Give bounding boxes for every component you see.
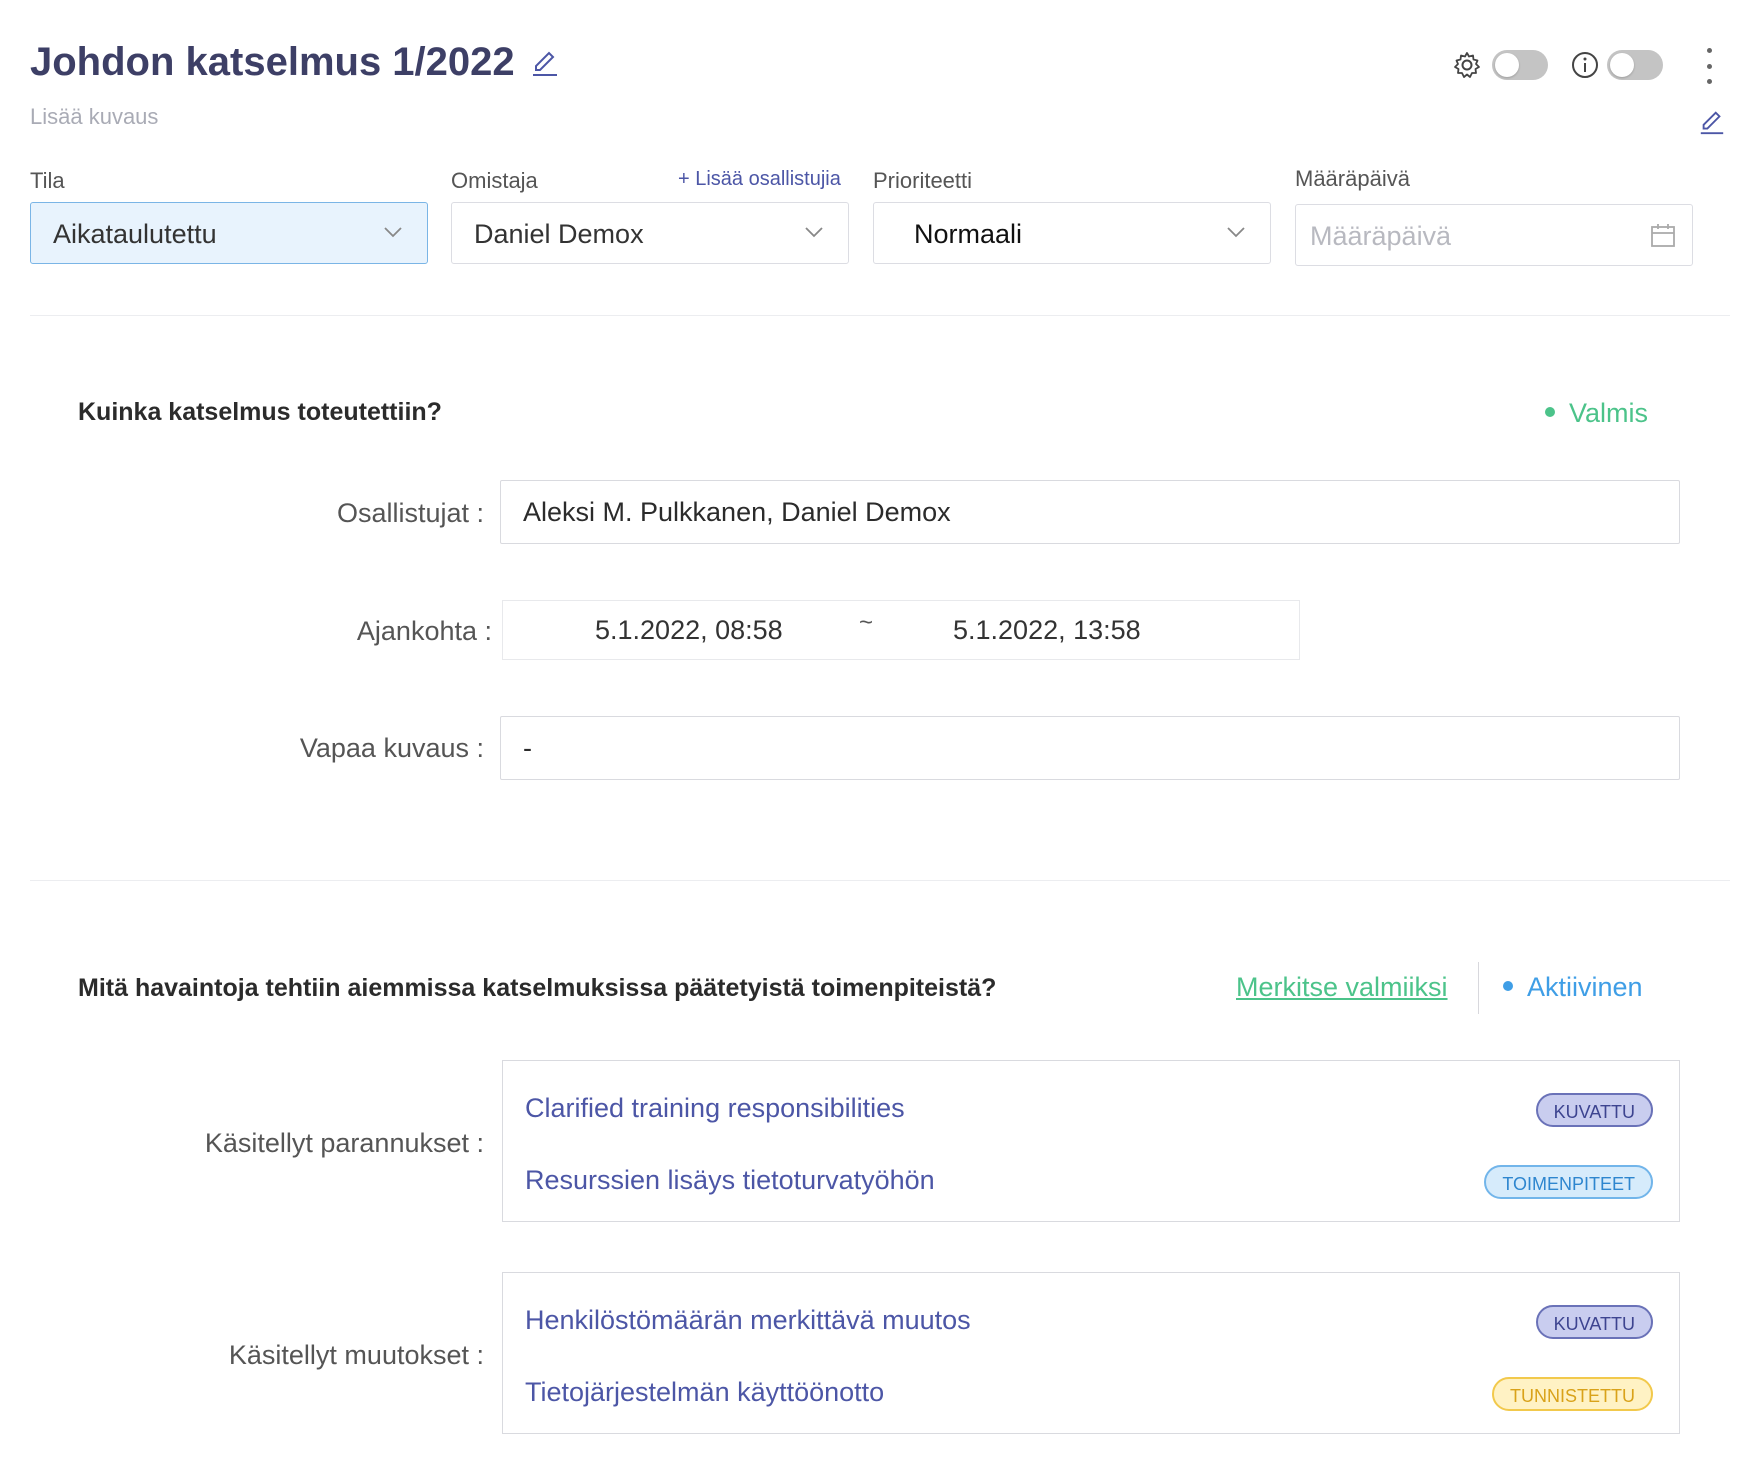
- status-select[interactable]: Aikataulutettu: [30, 202, 428, 264]
- list-item[interactable]: Clarified training responsibilities: [525, 1093, 905, 1124]
- priority-select-value: Normaali: [914, 219, 1023, 249]
- settings-toggle[interactable]: [1492, 50, 1548, 80]
- vertical-divider: [1478, 962, 1479, 1014]
- info-icon[interactable]: [1570, 50, 1600, 80]
- due-date-placeholder: Määräpäivä: [1310, 221, 1452, 251]
- status-dot: [1545, 406, 1555, 417]
- pencil-icon[interactable]: [530, 48, 560, 78]
- list-item[interactable]: Resurssien lisäys tietoturvatyöhön: [525, 1165, 935, 1196]
- status-dot: [1503, 980, 1513, 991]
- free-description-value: -: [523, 733, 532, 763]
- status-badge: TOIMENPITEET: [1484, 1165, 1653, 1199]
- section-title: Mitä havaintoja tehtiin aiemmissa katsel…: [78, 974, 997, 1002]
- info-toggle[interactable]: [1607, 50, 1663, 80]
- status-text: Aktiivinen: [1527, 972, 1643, 1002]
- timing-end: 5.1.2022, 13:58: [953, 615, 1141, 645]
- mark-done-link[interactable]: Merkitse valmiiksi: [1236, 972, 1448, 1003]
- improvements-label: Käsitellyt parannukset :: [204, 1128, 484, 1158]
- priority-label: Prioriteetti: [873, 168, 973, 193]
- timing-range[interactable]: 5.1.2022, 08:58 ~ 5.1.2022, 13:58: [502, 600, 1300, 660]
- kebab-menu-icon[interactable]: [1702, 48, 1716, 84]
- participants-label: Osallistujat :: [336, 498, 484, 528]
- edit-description-icon[interactable]: [1698, 108, 1726, 136]
- chevron-down-icon: [384, 227, 402, 238]
- status-badge: Aktiivinen: [1503, 972, 1643, 1003]
- status-text: Valmis: [1569, 398, 1649, 428]
- changes-label: Käsitellyt muutokset :: [228, 1340, 484, 1370]
- divider: [30, 880, 1730, 881]
- improvements-list: Clarified training responsibilities KUVA…: [502, 1060, 1680, 1222]
- priority-select[interactable]: Normaali: [873, 202, 1271, 264]
- due-date-input[interactable]: Määräpäivä: [1295, 204, 1693, 266]
- free-description-label: Vapaa kuvaus :: [299, 733, 484, 763]
- chevron-down-icon: [1227, 227, 1245, 238]
- status-badge: KUVATTU: [1535, 1093, 1653, 1127]
- status-badge: TUNNISTETTU: [1492, 1377, 1653, 1411]
- owner-label: Omistaja: [451, 168, 538, 193]
- timing-separator: ~: [859, 609, 874, 636]
- changes-list: Henkilöstömäärän merkittävä muutos KUVAT…: [502, 1272, 1680, 1434]
- section-title: Kuinka katselmus toteutettiin?: [78, 398, 442, 426]
- list-item[interactable]: Henkilöstömäärän merkittävä muutos: [525, 1305, 971, 1336]
- owner-select[interactable]: Daniel Demox: [451, 202, 849, 264]
- status-label: Tila: [30, 168, 65, 193]
- participants-field[interactable]: Aleksi M. Pulkkanen, Daniel Demox: [500, 480, 1680, 544]
- status-badge: KUVATTU: [1535, 1305, 1653, 1339]
- owner-select-value: Daniel Demox: [474, 219, 644, 249]
- gear-icon[interactable]: [1452, 50, 1482, 80]
- divider: [30, 315, 1730, 316]
- description-placeholder[interactable]: Lisää kuvaus: [30, 104, 158, 130]
- status-badge: Valmis: [1545, 398, 1648, 429]
- free-description-field[interactable]: -: [500, 716, 1680, 780]
- add-participants-link[interactable]: + Lisää osallistujia: [678, 168, 841, 191]
- calendar-icon[interactable]: [1648, 221, 1678, 251]
- timing-start: 5.1.2022, 08:58: [595, 615, 783, 645]
- list-item[interactable]: Tietojärjestelmän käyttöönotto: [525, 1377, 884, 1408]
- chevron-down-icon: [805, 227, 823, 238]
- status-select-value: Aikataulutettu: [53, 219, 217, 249]
- page-title: Johdon katselmus 1/2022: [30, 40, 515, 84]
- timing-label: Ajankohta :: [356, 616, 492, 646]
- due-date-label: Määräpäivä: [1295, 166, 1410, 191]
- participants-value: Aleksi M. Pulkkanen, Daniel Demox: [523, 497, 951, 527]
